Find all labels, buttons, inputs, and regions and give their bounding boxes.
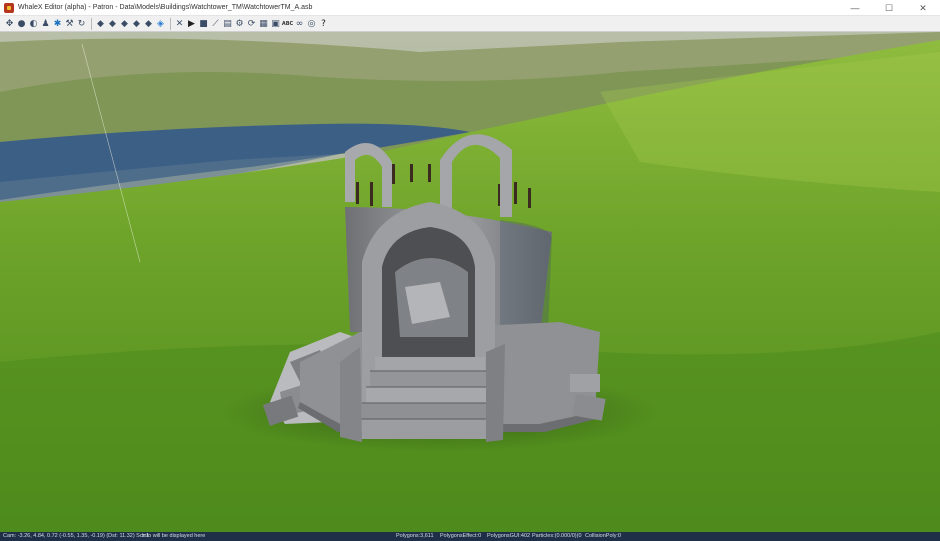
grid-icon[interactable]: ▦ bbox=[258, 18, 269, 29]
3d-viewport[interactable] bbox=[0, 32, 940, 532]
play-icon[interactable]: ▶ bbox=[186, 18, 197, 29]
brush-4-icon[interactable]: ◆ bbox=[131, 18, 142, 29]
toolbar-separator bbox=[91, 17, 92, 30]
polygons-gui-count: PolygonsGUI:402 bbox=[487, 533, 531, 539]
window-controls: — ☐ ✕ bbox=[838, 0, 940, 16]
gear-icon[interactable]: ⚙ bbox=[234, 18, 245, 29]
tools-icon[interactable]: ✕ bbox=[174, 18, 185, 29]
refresh-icon[interactable]: ⟳ bbox=[246, 18, 257, 29]
sphere-icon[interactable]: ● bbox=[16, 18, 27, 29]
lights-icon[interactable]: ✱ bbox=[52, 18, 63, 29]
collision-poly-count: CollisionPoly:0 bbox=[585, 533, 622, 539]
half-sphere-icon[interactable]: ◐ bbox=[28, 18, 39, 29]
polygons-effect-count: PolygonsEffect:0 bbox=[440, 533, 482, 539]
brush-5-icon[interactable]: ◆ bbox=[143, 18, 154, 29]
help-icon[interactable]: ? bbox=[318, 18, 329, 29]
stop-icon[interactable]: ■ bbox=[198, 18, 209, 29]
title-bar: WhaleX Editor (alpha) - Patron - Data\Mo… bbox=[0, 0, 940, 16]
abc-icon[interactable]: ABC bbox=[282, 18, 293, 29]
stairs bbox=[358, 357, 486, 439]
toolbar-separator bbox=[170, 17, 171, 30]
link-icon[interactable]: ∞ bbox=[294, 18, 305, 29]
disk-icon[interactable]: ▣ bbox=[270, 18, 281, 29]
document-icon[interactable]: ▤ bbox=[222, 18, 233, 29]
window-title: WhaleX Editor (alpha) - Patron - Data\Mo… bbox=[18, 4, 313, 11]
close-button[interactable]: ✕ bbox=[906, 0, 940, 16]
water-brush-icon[interactable]: ◈ bbox=[155, 18, 166, 29]
brush-2-icon[interactable]: ◆ bbox=[107, 18, 118, 29]
maximize-button[interactable]: ☐ bbox=[872, 0, 906, 16]
minimize-button[interactable]: — bbox=[838, 0, 872, 16]
brush-1-icon[interactable]: ◆ bbox=[95, 18, 106, 29]
glasses-icon[interactable]: ◎ bbox=[306, 18, 317, 29]
toolbar: ✥ ● ◐ ♟ ✱ ⚒ ↻ ◆ ◆ ◆ ◆ ◆ ◈ ✕ ▶ ■ ⟋ ▤ ⚙ ⟳ ▦ ▣ ABC ∞ ◎? bbox=[0, 16, 940, 32]
transform-tool-icon[interactable]: ✥ bbox=[4, 18, 15, 29]
wrench-icon[interactable]: ⚒ bbox=[64, 18, 75, 29]
brush-3-icon[interactable]: ◆ bbox=[119, 18, 130, 29]
camera-readout: Cam: -3.26, 4.84, 0.72 (-0.55, 1.35, -0.… bbox=[3, 533, 150, 539]
status-bar: Cam: -3.26, 4.84, 0.72 (-0.55, 1.35, -0.… bbox=[0, 532, 940, 541]
polygons-count: Polygons:3,611 bbox=[396, 533, 434, 539]
particles-count: Particles:(0.000/0)(0 bbox=[532, 533, 582, 539]
app-icon bbox=[4, 2, 14, 13]
info-text: Info will be displayed here bbox=[142, 533, 206, 539]
rotate-icon[interactable]: ↻ bbox=[76, 18, 87, 29]
scene-render bbox=[0, 32, 940, 532]
mannequin-icon[interactable]: ♟ bbox=[40, 18, 51, 29]
ruler-icon[interactable]: ⟋ bbox=[210, 18, 221, 29]
